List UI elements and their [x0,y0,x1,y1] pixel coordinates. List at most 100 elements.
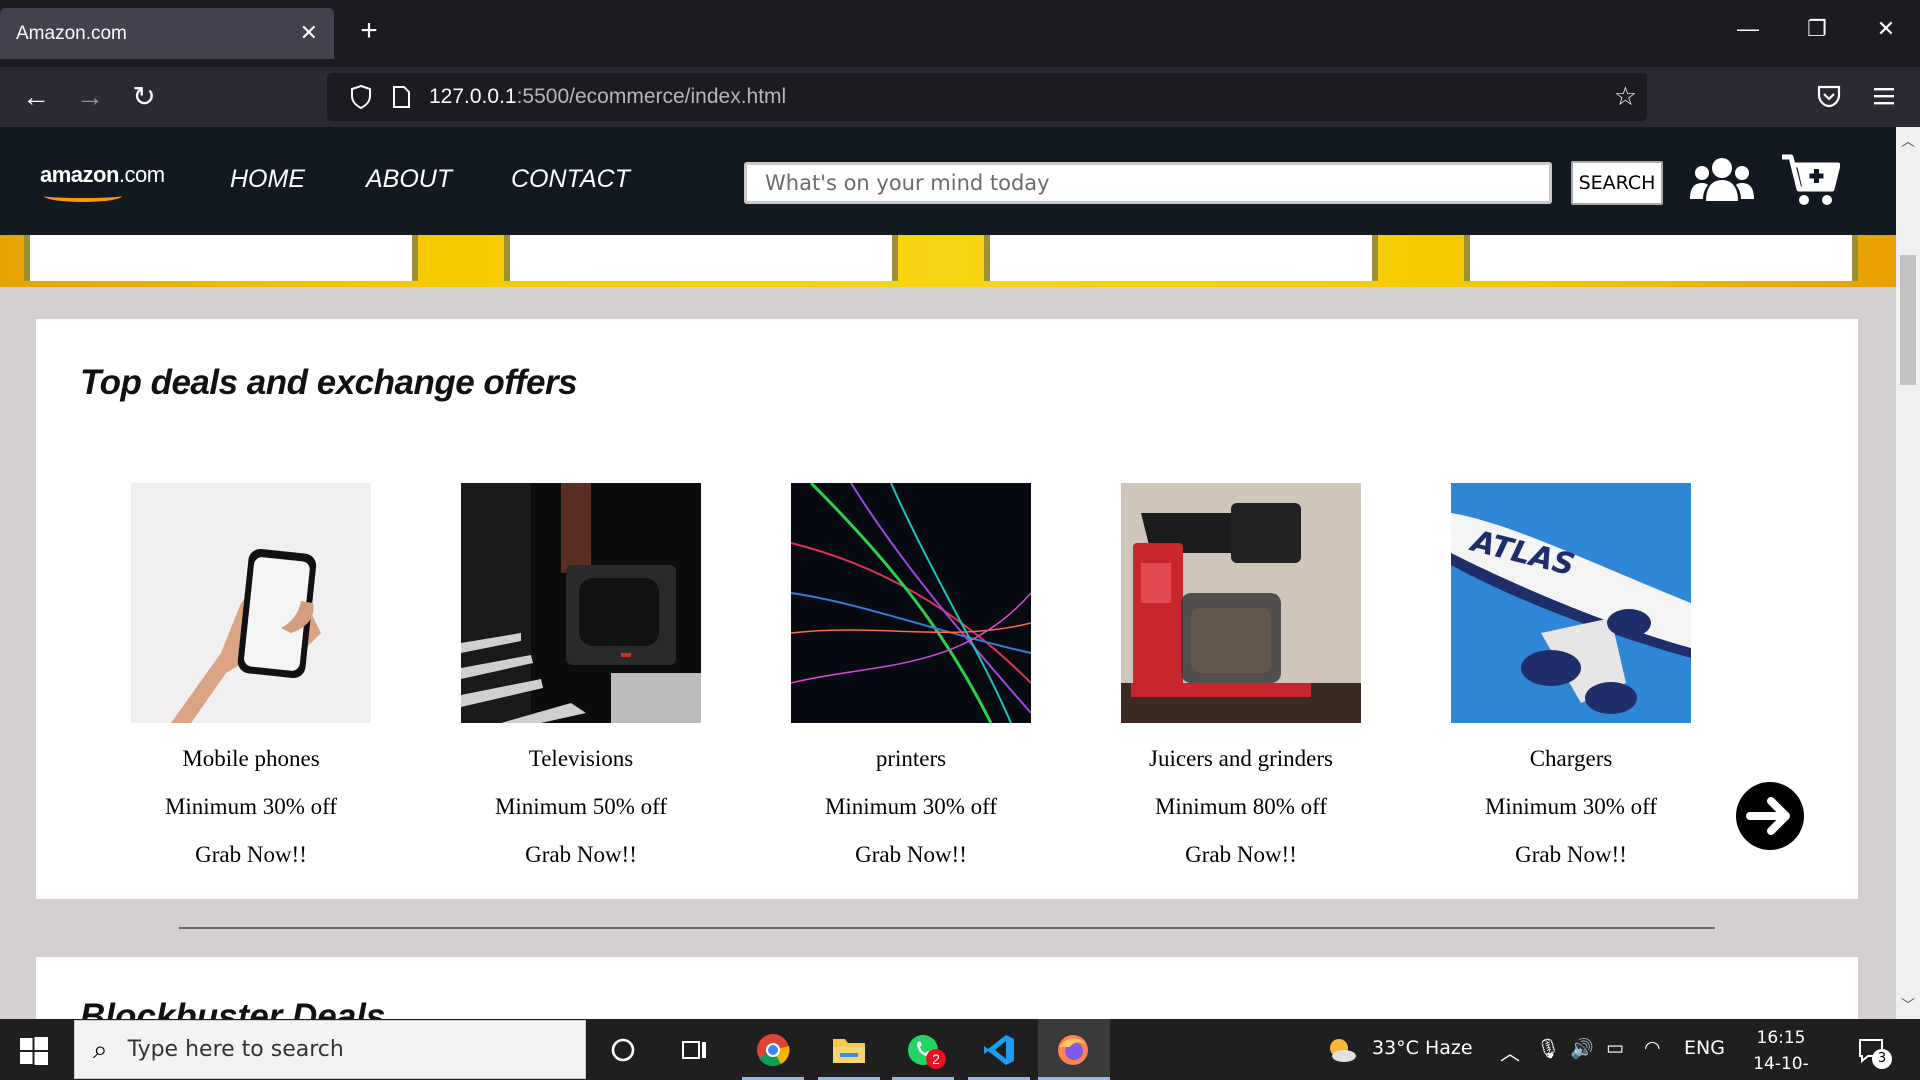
language-indicator[interactable]: ENG [1684,1037,1725,1059]
search-icon: ⌕ [93,1033,108,1064]
wifi-icon[interactable]: ◠ [1644,1037,1661,1059]
bookmark-star-icon[interactable]: ☆ [1614,81,1637,112]
chrome-icon[interactable] [752,1029,794,1071]
cart-icon[interactable] [1780,151,1840,207]
deal-card-televisions[interactable]: Televisions Minimum 50% off Grab Now!! [461,483,701,868]
product-image[interactable] [131,483,371,723]
weather-text[interactable]: 33°C Haze [1372,1037,1473,1059]
atlas-airplane-image: ATLAS [1451,483,1691,723]
blockbuster-deals-section: Blockbuster Deals [36,957,1858,1019]
weather-icon[interactable] [1326,1035,1358,1065]
tab-title: Amazon.com [16,22,127,44]
light-streaks-image [791,483,1031,723]
banner-strip [0,235,1896,287]
nav-contact[interactable]: CONTACT [511,165,630,194]
new-tab-button[interactable]: + [352,14,386,48]
url-path: :5500/ecommerce/index.html [516,85,787,108]
back-icon[interactable]: ← [18,79,54,115]
deal-offer: Minimum 30% off [164,794,338,819]
tab-close-icon[interactable]: ✕ [300,20,318,46]
product-image[interactable] [791,483,1031,723]
browser-tab-bar: Amazon.com ✕ + — ❐ ✕ [0,0,1920,67]
deal-offer: Minimum 80% off [1154,794,1328,819]
reload-icon[interactable]: ↻ [126,79,162,115]
notifications-badge: 3 [1872,1049,1892,1069]
banner-card[interactable] [984,235,1378,281]
deal-name: Juicers and grinders [1149,746,1333,771]
url-host: 127.0.0.1 [429,85,517,108]
scroll-thumb[interactable] [1900,255,1916,385]
window-close-icon[interactable]: ✕ [1866,16,1906,42]
page-scrollbar[interactable]: ︿ ﹀ [1896,127,1920,1019]
amazon-logo[interactable]: amazon.com [40,162,165,188]
deal-card-printers[interactable]: printers Minimum 30% off Grab Now!! [791,483,1031,868]
deal-card-juicers-and-grinders[interactable]: Juicers and grinders Minimum 80% off Gra… [1121,483,1361,868]
whatsapp-badge: 2 [926,1049,946,1069]
old-tv-image [461,483,701,723]
system-clock[interactable]: 16:15 14-10-2021 [1736,1025,1826,1080]
deal-offer: Minimum 30% off [1484,794,1658,819]
deal-name: Televisions [528,746,634,771]
notifications-icon[interactable]: 3 [1858,1037,1892,1069]
scroll-down-icon[interactable]: ﹀ [1900,995,1916,1015]
page-viewport: amazon.com HOME ABOUT CONTACT SEARCH Top… [0,127,1896,1019]
browser-tab[interactable]: Amazon.com ✕ [0,8,334,59]
banner-card[interactable] [504,235,898,281]
taskbar-search-placeholder: Type here to search [127,1037,344,1062]
section-title: Blockbuster Deals [80,997,386,1019]
deal-offer: Minimum 30% off [824,794,998,819]
product-image[interactable]: ATLAS [1451,483,1691,723]
cortana-icon[interactable] [602,1029,644,1071]
battery-icon[interactable]: ▭ [1606,1037,1624,1059]
phone-in-hand-image [131,483,371,723]
active-app-highlight [1038,1019,1110,1080]
deal-offer: Minimum 50% off [494,794,668,819]
forward-icon[interactable]: → [72,79,108,115]
deal-cta[interactable]: Grab Now!! [131,842,371,868]
windows-taskbar: ⌕ Type here to search 2 33°C Haze ︿ 🎙 🔊 … [0,1019,1920,1080]
file-explorer-icon[interactable] [828,1029,870,1071]
banner-card[interactable] [1464,235,1858,281]
scroll-up-icon[interactable]: ︿ [1900,131,1916,151]
taskbar-search[interactable]: ⌕ Type here to search [74,1020,586,1079]
deal-cta[interactable]: Grab Now!! [1451,842,1691,868]
menu-icon[interactable] [1872,85,1896,107]
nav-home[interactable]: HOME [230,165,305,194]
shield-icon[interactable] [349,84,373,110]
windows-start-icon[interactable] [20,1037,48,1065]
clock-time: 16:15 [1756,1028,1806,1048]
pocket-icon[interactable] [1816,83,1842,109]
maximize-icon[interactable]: ❐ [1797,16,1837,42]
deal-cta[interactable]: Grab Now!! [791,842,1031,868]
coffee-maker-image [1121,483,1361,723]
deal-cta[interactable]: Grab Now!! [1121,842,1361,868]
url-text[interactable]: 127.0.0.1:5500/ecommerce/index.html [429,85,786,109]
users-icon[interactable] [1690,155,1754,205]
vscode-icon[interactable] [978,1029,1020,1071]
minimize-icon[interactable]: — [1728,16,1768,42]
search-input[interactable] [744,162,1552,204]
url-bar[interactable]: 127.0.0.1:5500/ecommerce/index.html ☆ [327,73,1647,121]
banner-card[interactable] [24,235,418,281]
top-deals-section: Top deals and exchange offers Mobile pho… [36,319,1858,899]
deal-name: printers [875,746,947,771]
search-button[interactable]: SEARCH [1571,161,1663,205]
logo-suffix: .com [118,162,165,187]
product-image[interactable] [1121,483,1361,723]
show-hidden-icons-icon[interactable]: ︿ [1500,1037,1520,1066]
logo-smile-icon [44,190,122,202]
deal-card-chargers[interactable]: ATLAS Chargers Minimum 30% off Grab Now!… [1451,483,1691,868]
section-title: Top deals and exchange offers [80,363,578,402]
microphone-icon[interactable]: 🎙 [1536,1037,1560,1060]
whatsapp-icon[interactable]: 2 [902,1029,946,1071]
deal-card-mobile-phones[interactable]: Mobile phones Minimum 30% off Grab Now!! [131,483,371,868]
deal-name: Chargers [1529,746,1613,771]
volume-icon[interactable]: 🔊 [1570,1037,1594,1060]
site-header: amazon.com HOME ABOUT CONTACT SEARCH [0,127,1896,235]
carousel-next-arrow-icon[interactable] [1735,781,1805,851]
task-view-icon[interactable] [674,1029,716,1071]
product-image[interactable] [461,483,701,723]
nav-about[interactable]: ABOUT [366,165,452,194]
deal-cta[interactable]: Grab Now!! [461,842,701,868]
section-divider [179,927,1715,929]
